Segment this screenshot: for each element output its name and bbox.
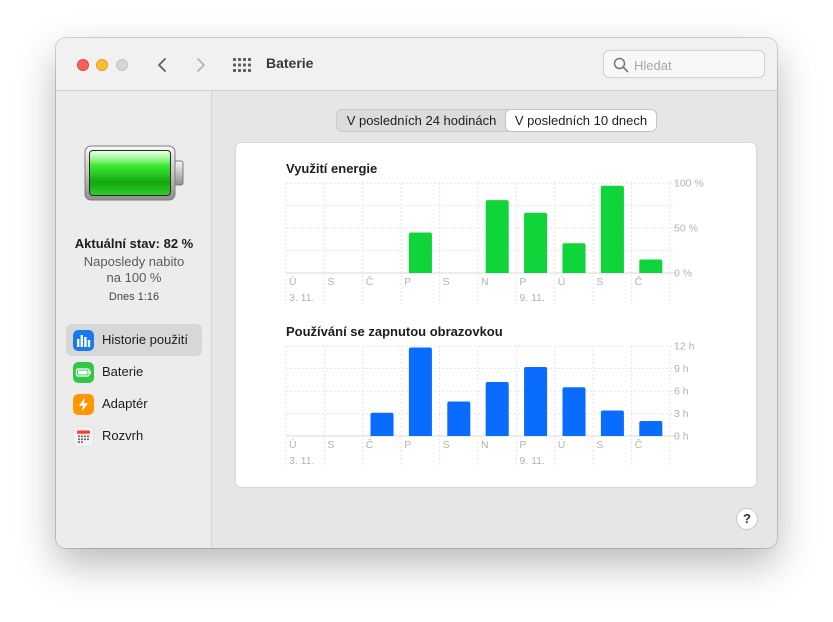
y-tick-label: 9 h: [674, 363, 689, 375]
y-tick-label: 6 h: [674, 386, 689, 398]
minimize-button[interactable]: [96, 59, 108, 71]
last-charged-time: Dnes 1:16: [108, 291, 160, 303]
charts-panel: Využití energie 100 % 50 % 0 % Ú S Č P S N P Ú S Č 3.…: [236, 143, 756, 487]
time-range-control: V posledních 24 hodinách V posledních 10…: [336, 109, 656, 132]
y-tick-label: 0 %: [674, 268, 692, 280]
chart-bar[interactable]: [485, 382, 509, 436]
chart-bar[interactable]: [524, 367, 548, 436]
chart-bar[interactable]: [562, 243, 586, 273]
screen-on-usage-title: Používání se zapnutou obrazovkou: [286, 324, 503, 339]
x-tick-label: P: [404, 276, 411, 288]
x-tick-label: P: [404, 439, 411, 451]
x-date-label: 9. 11.: [519, 455, 545, 467]
sidebar: Aktuální stav: 82 % Naposledy nabito na …: [56, 91, 212, 548]
sidebar-item-adapter[interactable]: Adaptér: [66, 388, 202, 420]
sidebar-item-battery[interactable]: Baterie: [66, 356, 202, 388]
sidebar-item-label: Baterie: [102, 364, 144, 379]
x-tick-label: S: [443, 276, 450, 288]
chart-bar[interactable]: [600, 185, 624, 273]
x-tick-label: S: [443, 439, 450, 451]
x-tick-label: Ú: [558, 275, 566, 288]
sidebar-item-label: Adaptér: [102, 396, 148, 411]
zoom-button[interactable]: [116, 59, 128, 71]
title-bar: Baterie: [56, 38, 777, 91]
x-date-label: 3. 11.: [289, 292, 315, 304]
y-tick-label: 3 h: [674, 408, 689, 420]
search-field[interactable]: [603, 50, 765, 78]
x-date-label: 3. 11.: [289, 455, 315, 467]
energy-usage-title: Využití energie: [286, 161, 378, 176]
y-tick-label: 50 %: [674, 223, 698, 235]
x-tick-label: Č: [366, 275, 374, 288]
sidebar-item-label: Rozvrh: [102, 428, 144, 443]
x-date-label: 9. 11.: [519, 292, 545, 304]
chevron-left-icon: [158, 58, 166, 72]
y-tick-label: 0 h: [674, 431, 689, 443]
bar-chart-icon: [73, 330, 94, 351]
sidebar-item-schedule[interactable]: Rozvrh: [66, 420, 202, 452]
grid-icon: [233, 58, 251, 72]
sidebar-item-usage-history[interactable]: Historie použití: [66, 324, 202, 356]
x-tick-label: N: [481, 439, 489, 451]
x-tick-label: Č: [366, 438, 374, 451]
x-tick-label: P: [519, 439, 526, 451]
tab-last-24-hours[interactable]: V posledních 24 hodinách: [337, 110, 506, 131]
chart-bar[interactable]: [408, 347, 432, 437]
screen-on-usage-chart: 12 h 9 h 6 h 3 h 0 h Ú S Č P S N P Ú S Č 3. 11. 9. 11.: [285, 342, 695, 467]
search-icon: [613, 57, 629, 73]
y-tick-label: 100 %: [674, 179, 704, 190]
back-button[interactable]: [153, 54, 173, 76]
x-tick-label: S: [327, 439, 334, 451]
chart-bar[interactable]: [524, 212, 548, 273]
x-tick-label: P: [519, 276, 526, 288]
x-tick-label: Ú: [558, 438, 566, 451]
chart-bar[interactable]: [485, 200, 509, 273]
chevron-right-icon: [197, 58, 205, 72]
search-input[interactable]: [634, 55, 759, 75]
chart-bar[interactable]: [447, 401, 471, 437]
forward-button[interactable]: [190, 54, 210, 76]
x-tick-label: S: [596, 276, 603, 288]
x-tick-label: Ú: [289, 438, 297, 451]
chart-bar[interactable]: [639, 421, 663, 436]
energy-usage-chart: 100 % 50 % 0 % Ú S Č P S N P Ú S Č 3. 11. 9. 11.: [285, 179, 704, 304]
x-tick-label: S: [327, 276, 334, 288]
last-charged-text: Naposledy nabito na 100 %: [56, 254, 212, 286]
window-title: Baterie: [266, 55, 314, 71]
show-all-button[interactable]: [232, 56, 252, 74]
chart-bar[interactable]: [370, 412, 394, 436]
last-charged-line-2: na 100 %: [106, 270, 162, 285]
sidebar-item-label: Historie použití: [102, 332, 188, 347]
help-button[interactable]: ?: [736, 508, 758, 530]
x-tick-label: S: [596, 439, 603, 451]
lightning-icon: [73, 394, 94, 415]
x-tick-label: Ú: [289, 275, 297, 288]
battery-level-icon: [84, 145, 184, 201]
chart-bar[interactable]: [639, 259, 663, 274]
close-button[interactable]: [77, 59, 89, 71]
tab-last-10-days[interactable]: V posledních 10 dnech: [506, 110, 656, 131]
y-tick-label: 12 h: [674, 342, 695, 353]
x-tick-label: Č: [635, 275, 643, 288]
chart-bar[interactable]: [408, 232, 432, 274]
chart-bar[interactable]: [562, 387, 586, 436]
calendar-icon: [73, 426, 94, 447]
battery-status: Aktuální stav: 82 %: [74, 236, 194, 251]
x-tick-label: Č: [635, 438, 643, 451]
preferences-window: Baterie Hledat Aktuální stav: 82 % Napos…: [56, 38, 777, 548]
chart-bar[interactable]: [600, 410, 624, 437]
battery-icon: [73, 362, 94, 383]
last-charged-line-1: Naposledy nabito: [83, 254, 185, 269]
x-tick-label: N: [481, 276, 489, 288]
